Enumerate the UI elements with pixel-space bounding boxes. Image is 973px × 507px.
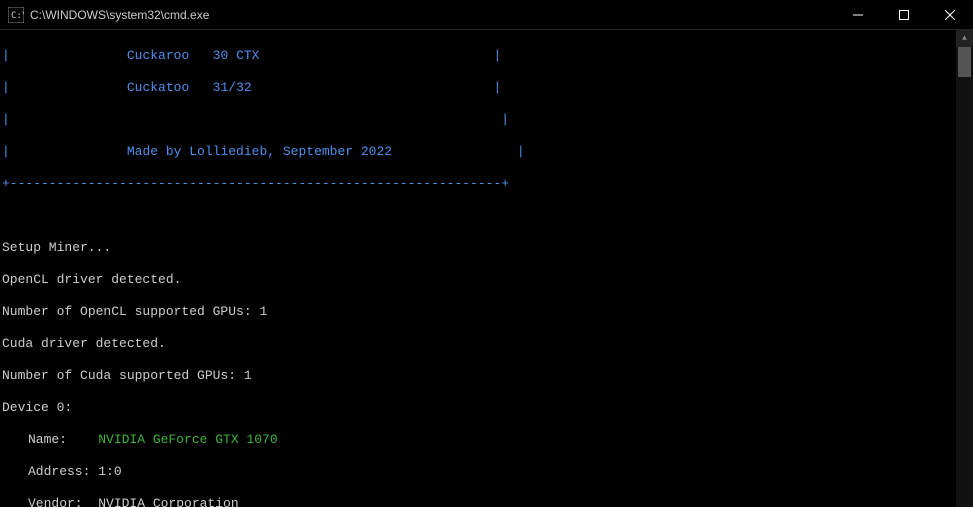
banner-pipe3: | bbox=[2, 112, 10, 127]
device-address: Address: 1:0 bbox=[2, 464, 954, 480]
window-title: C:\WINDOWS\system32\cmd.exe bbox=[30, 8, 209, 22]
svg-text:C:\: C:\ bbox=[11, 11, 24, 21]
banner-pipe: | bbox=[2, 48, 10, 63]
banner-pipe2-right: | bbox=[494, 80, 502, 95]
window-controls bbox=[835, 0, 973, 29]
banner-pipe-right: | bbox=[494, 48, 502, 63]
window-titlebar: C:\ C:\WINDOWS\system32\cmd.exe bbox=[0, 0, 973, 30]
terminal-wrap: | Cuckaroo 30 CTX | | Cuckatoo 31/32 | |… bbox=[0, 30, 973, 507]
banner-algo2-ver: 31/32 bbox=[213, 80, 252, 95]
cuda-gpus: Number of Cuda supported GPUs: 1 bbox=[2, 368, 954, 384]
cuda-detected: Cuda driver detected. bbox=[2, 336, 954, 352]
banner-algo1-ver: 30 CTX bbox=[213, 48, 260, 63]
banner-pipe3-right: | bbox=[501, 112, 509, 127]
banner-pipe4: | bbox=[2, 144, 10, 159]
title-left: C:\ C:\WINDOWS\system32\cmd.exe bbox=[0, 7, 209, 23]
vertical-scrollbar[interactable]: ▲ bbox=[956, 30, 973, 507]
cmd-icon: C:\ bbox=[8, 7, 24, 23]
banner-pipe4-right: | bbox=[517, 144, 525, 159]
minimize-button[interactable] bbox=[835, 0, 881, 30]
maximize-button[interactable] bbox=[881, 0, 927, 30]
device-name-label: Name: bbox=[28, 432, 98, 447]
banner-algo1-name: Cuckaroo bbox=[127, 48, 189, 63]
banner-pipe2: | bbox=[2, 80, 10, 95]
device-header: Device 0: bbox=[2, 400, 954, 416]
device-name-value: NVIDIA GeForce GTX 1070 bbox=[98, 432, 277, 447]
close-button[interactable] bbox=[927, 0, 973, 30]
banner-separator: +---------------------------------------… bbox=[2, 176, 954, 192]
banner-algo2-name: Cuckatoo bbox=[127, 80, 189, 95]
device-vendor: Vendor: NVIDIA Corporation bbox=[2, 496, 954, 507]
opencl-gpus: Number of OpenCL supported GPUs: 1 bbox=[2, 304, 954, 320]
banner-credit: Made by Lolliedieb, September 2022 bbox=[127, 144, 392, 159]
scroll-thumb[interactable] bbox=[958, 47, 971, 77]
opencl-detected: OpenCL driver detected. bbox=[2, 272, 954, 288]
setup-start: Setup Miner... bbox=[2, 240, 954, 256]
terminal-output[interactable]: | Cuckaroo 30 CTX | | Cuckatoo 31/32 | |… bbox=[0, 30, 956, 507]
scroll-up-arrow[interactable]: ▲ bbox=[956, 30, 973, 47]
